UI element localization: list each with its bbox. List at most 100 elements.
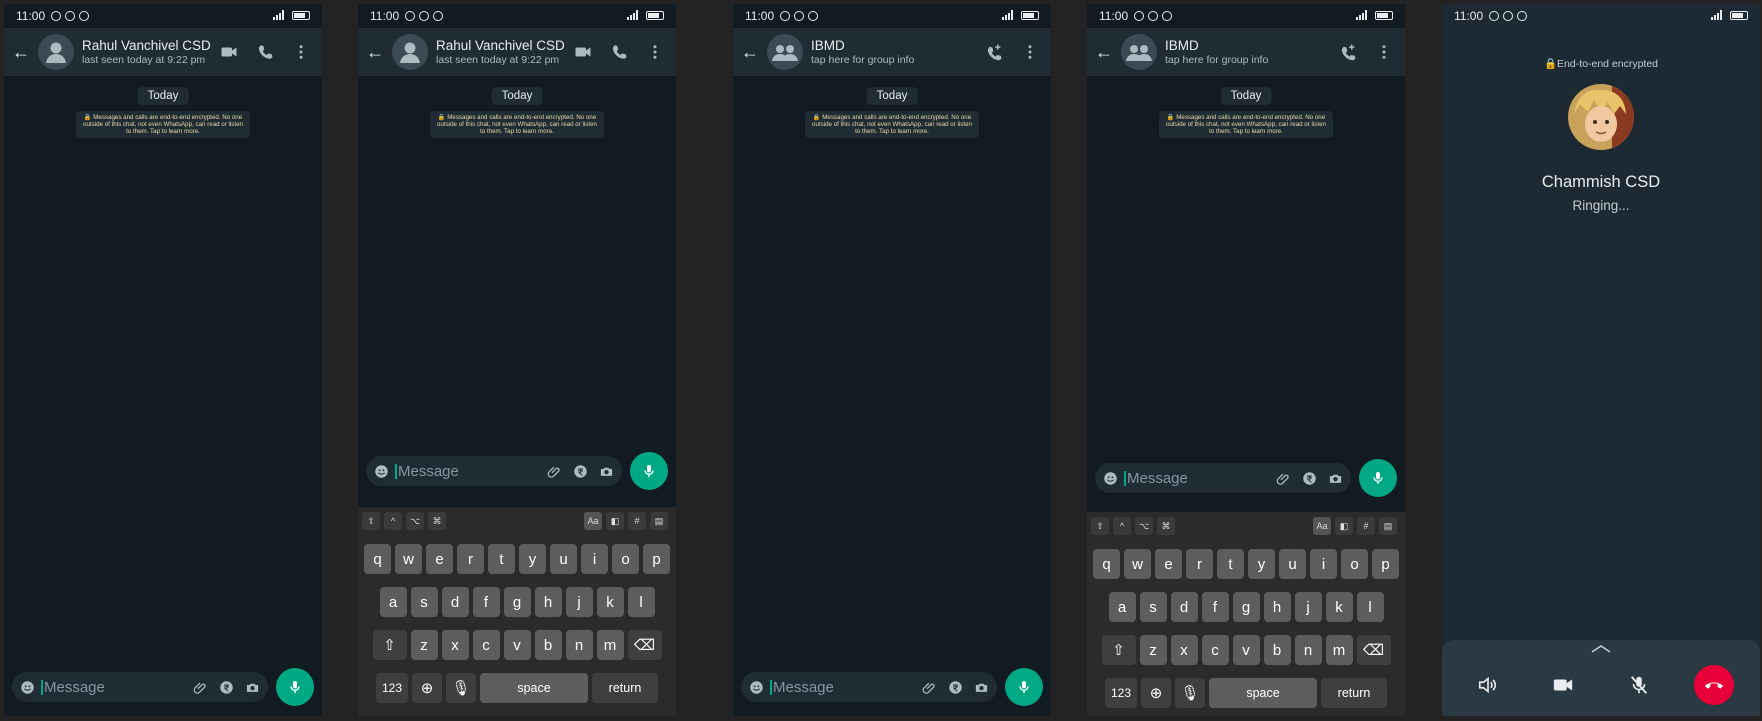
key-m[interactable]: m bbox=[596, 630, 624, 660]
space-key[interactable]: space bbox=[1209, 678, 1317, 708]
key-e[interactable]: e bbox=[1155, 549, 1182, 579]
contact-info[interactable]: Rahul Vanchivel CSD last seen today at 9… bbox=[436, 38, 574, 66]
key-z[interactable]: z bbox=[410, 630, 438, 660]
voice-record-button[interactable] bbox=[1359, 459, 1397, 497]
end-call-button[interactable] bbox=[1694, 665, 1735, 705]
more-options-icon[interactable] bbox=[1375, 43, 1393, 61]
kb-tool-text-format[interactable]: Aa bbox=[584, 512, 602, 530]
space-key[interactable]: space bbox=[480, 673, 588, 703]
contact-avatar[interactable] bbox=[392, 34, 428, 70]
numbers-key[interactable]: 123 bbox=[1105, 678, 1137, 708]
voice-record-button[interactable] bbox=[276, 668, 314, 706]
key-g[interactable]: g bbox=[1232, 592, 1260, 622]
voice-call-icon[interactable] bbox=[610, 43, 628, 61]
camera-icon[interactable] bbox=[599, 464, 614, 479]
voice-record-button[interactable] bbox=[1005, 668, 1043, 706]
message-input-pill[interactable]: Message bbox=[1095, 463, 1351, 493]
key-i[interactable]: i bbox=[1310, 549, 1337, 579]
video-call-icon[interactable] bbox=[220, 43, 238, 61]
chevron-up-icon[interactable] bbox=[1590, 644, 1612, 654]
back-arrow-icon[interactable]: ← bbox=[741, 42, 761, 63]
numbers-key[interactable]: 123 bbox=[376, 673, 408, 703]
encryption-notice[interactable]: 🔒 Messages and calls are end-to-end encr… bbox=[1159, 111, 1333, 138]
key-s[interactable]: s bbox=[410, 587, 438, 617]
key-p[interactable]: p bbox=[1372, 549, 1399, 579]
kb-tool-control[interactable]: ^ bbox=[1113, 517, 1131, 535]
kb-tool-symbols[interactable]: # bbox=[628, 512, 646, 530]
key-b[interactable]: b bbox=[1263, 635, 1291, 665]
attach-icon[interactable] bbox=[193, 680, 208, 695]
key-w[interactable]: w bbox=[1124, 549, 1151, 579]
kb-tool-clipboard[interactable]: ▤ bbox=[650, 512, 668, 530]
more-options-icon[interactable] bbox=[1021, 43, 1039, 61]
mute-button[interactable] bbox=[1619, 665, 1659, 705]
attach-icon[interactable] bbox=[922, 680, 937, 695]
back-arrow-icon[interactable]: ← bbox=[1095, 42, 1115, 63]
add-call-icon[interactable] bbox=[1339, 43, 1357, 61]
key-h[interactable]: h bbox=[534, 587, 562, 617]
key-q[interactable]: q bbox=[1093, 549, 1120, 579]
key-f[interactable]: f bbox=[1201, 592, 1229, 622]
kb-tool-command[interactable]: ⌘ bbox=[1157, 517, 1175, 535]
key-a[interactable]: a bbox=[1108, 592, 1136, 622]
kb-tool-emoji-panel[interactable]: ◧ bbox=[1335, 517, 1353, 535]
key-w[interactable]: w bbox=[395, 544, 422, 574]
message-input-pill[interactable]: Message bbox=[12, 672, 268, 702]
key-e[interactable]: e bbox=[426, 544, 453, 574]
shift-key[interactable]: ⇧ bbox=[372, 630, 407, 660]
key-y[interactable]: y bbox=[519, 544, 546, 574]
shift-key[interactable]: ⇧ bbox=[1101, 635, 1136, 665]
attach-icon[interactable] bbox=[1276, 471, 1291, 486]
key-j[interactable]: j bbox=[565, 587, 593, 617]
key-b[interactable]: b bbox=[534, 630, 562, 660]
group-info[interactable]: IBMD tap here for group info bbox=[811, 38, 985, 66]
more-options-icon[interactable] bbox=[292, 43, 310, 61]
message-input-pill[interactable]: Message bbox=[741, 672, 997, 702]
return-key[interactable]: return bbox=[592, 673, 658, 703]
key-t[interactable]: t bbox=[488, 544, 515, 574]
key-k[interactable]: k bbox=[596, 587, 624, 617]
kb-tool-option[interactable]: ⌥ bbox=[1135, 517, 1153, 535]
camera-icon[interactable] bbox=[245, 680, 260, 695]
kb-tool-shift[interactable]: ⇧ bbox=[1091, 517, 1109, 535]
camera-icon[interactable] bbox=[1328, 471, 1343, 486]
key-y[interactable]: y bbox=[1248, 549, 1275, 579]
group-info[interactable]: IBMD tap here for group info bbox=[1165, 38, 1339, 66]
emoji-icon[interactable] bbox=[20, 680, 35, 695]
key-d[interactable]: d bbox=[1170, 592, 1198, 622]
key-o[interactable]: o bbox=[612, 544, 639, 574]
key-o[interactable]: o bbox=[1341, 549, 1368, 579]
camera-icon[interactable] bbox=[974, 680, 989, 695]
payment-icon[interactable] bbox=[948, 680, 963, 695]
encryption-notice[interactable]: 🔒 Messages and calls are end-to-end encr… bbox=[430, 111, 604, 138]
dictation-key[interactable]: 🎙 bbox=[446, 673, 476, 703]
key-g[interactable]: g bbox=[503, 587, 531, 617]
key-h[interactable]: h bbox=[1263, 592, 1291, 622]
encryption-notice[interactable]: 🔒 Messages and calls are end-to-end encr… bbox=[805, 111, 979, 138]
kb-tool-emoji-panel[interactable]: ◧ bbox=[606, 512, 624, 530]
key-s[interactable]: s bbox=[1139, 592, 1167, 622]
group-avatar[interactable] bbox=[767, 34, 803, 70]
key-f[interactable]: f bbox=[472, 587, 500, 617]
emoji-icon[interactable] bbox=[1103, 471, 1118, 486]
contact-avatar[interactable] bbox=[38, 34, 74, 70]
kb-tool-option[interactable]: ⌥ bbox=[406, 512, 424, 530]
backspace-key[interactable]: ⌫ bbox=[1356, 635, 1391, 665]
video-toggle-button[interactable] bbox=[1543, 665, 1583, 705]
message-input[interactable]: Message bbox=[398, 463, 536, 480]
key-c[interactable]: c bbox=[1201, 635, 1229, 665]
key-j[interactable]: j bbox=[1294, 592, 1322, 622]
emoji-icon[interactable] bbox=[749, 680, 764, 695]
kb-tool-shift[interactable]: ⇧ bbox=[362, 512, 380, 530]
contact-info[interactable]: Rahul Vanchivel CSD last seen today at 9… bbox=[82, 38, 220, 66]
payment-icon[interactable] bbox=[219, 680, 234, 695]
key-v[interactable]: v bbox=[1232, 635, 1260, 665]
key-c[interactable]: c bbox=[472, 630, 500, 660]
emoji-icon[interactable] bbox=[374, 464, 389, 479]
globe-key[interactable]: ⊕ bbox=[412, 673, 442, 703]
key-r[interactable]: r bbox=[1186, 549, 1213, 579]
key-u[interactable]: u bbox=[550, 544, 577, 574]
key-x[interactable]: x bbox=[441, 630, 469, 660]
payment-icon[interactable] bbox=[1302, 471, 1317, 486]
message-input[interactable]: Message bbox=[773, 679, 911, 696]
